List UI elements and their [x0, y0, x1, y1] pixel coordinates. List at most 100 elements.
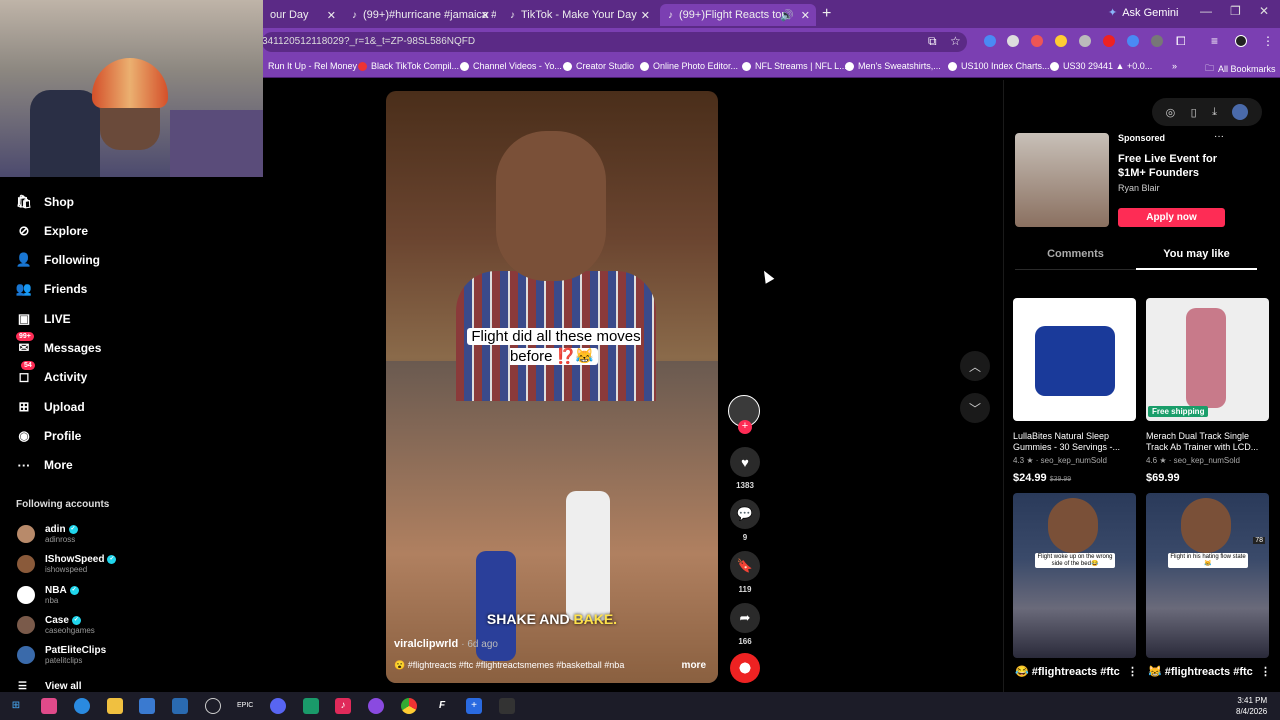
bookmark-item[interactable]: Online Photo Editor... [640, 61, 738, 71]
video-card[interactable]: Flight in his hating flow state😹 78 [1146, 493, 1269, 658]
windows-start-icon[interactable]: ⊞ [8, 698, 24, 714]
close-icon[interactable]: ✕ [327, 9, 336, 22]
epic-games-icon[interactable]: EPIC [237, 698, 253, 714]
sidebar-item-live[interactable]: ▣ LIVE [16, 311, 71, 327]
sidebar-item-following[interactable]: 👤 Following [16, 252, 100, 268]
app-icon[interactable]: F [434, 698, 450, 714]
restore-icon[interactable]: ❐ [1230, 4, 1241, 18]
sidebar-item-messages[interactable]: ✉ 99+ Messages [16, 332, 101, 356]
ad-title[interactable]: Free Live Event for $1M+ Founders [1118, 152, 1238, 180]
extension-icon[interactable] [984, 35, 996, 47]
account-item[interactable]: PatEliteClips patelitclips [17, 645, 106, 665]
download-icon[interactable]: ⤓ [1212, 106, 1217, 119]
app-icon[interactable] [368, 698, 384, 714]
ad-thumbnail[interactable] [1015, 133, 1109, 227]
bookmark-item[interactable]: Run It Up - Rel Money [268, 61, 357, 71]
copilot-icon[interactable] [41, 698, 57, 714]
store-icon[interactable] [139, 698, 155, 714]
product-card[interactable]: Free shipping Merach Dual Track Single T… [1146, 298, 1269, 484]
bookmark-item[interactable]: NFL Streams | NFL L... [742, 61, 847, 71]
bookmark-item[interactable]: Black TikTok Compil... [358, 61, 459, 71]
bookmark-star-icon[interactable]: ☆ [950, 34, 961, 48]
window-close-icon[interactable]: ✕ [1259, 4, 1269, 18]
extension-icon[interactable] [1031, 35, 1043, 47]
sidebar-item-upload[interactable]: ⊞ Upload [16, 399, 85, 415]
edge-icon[interactable] [74, 698, 90, 714]
app-icon[interactable]: + [466, 698, 482, 714]
chrome-icon[interactable] [401, 698, 417, 714]
apply-now-button[interactable]: Apply now [1118, 208, 1225, 227]
file-explorer-icon[interactable] [107, 698, 123, 714]
account-item[interactable]: adin ✓ adinross [17, 524, 78, 544]
close-icon[interactable]: ✕ [801, 9, 810, 22]
sidebar-item-shop[interactable]: 🛍 Shop [16, 194, 74, 210]
browser-tab[interactable]: our Day ✕ [262, 4, 342, 26]
minimize-icon[interactable]: — [1200, 4, 1212, 18]
sidebar-item-explore[interactable]: ⊘ Explore [16, 223, 88, 239]
share-button[interactable]: ➦ 166 [728, 603, 762, 646]
app-icon[interactable] [303, 698, 319, 714]
comment-button[interactable]: 💬 9 [728, 499, 762, 542]
video-hashtags[interactable]: 😮 #flightreacts #ftc #flightreactsmemes … [394, 660, 714, 671]
close-icon[interactable]: ✕ [641, 9, 650, 22]
extension-icon[interactable] [1103, 35, 1115, 47]
steam-icon[interactable] [205, 698, 221, 714]
sidebar-item-profile[interactable]: ◉ Profile [16, 428, 81, 444]
ad-options-icon[interactable]: ··· [1214, 131, 1224, 142]
mobile-icon[interactable]: ▯ [1191, 106, 1197, 119]
extension-icon[interactable] [1079, 35, 1091, 47]
tab-you-may-like[interactable]: You may like [1136, 248, 1257, 270]
music-disc-icon[interactable] [730, 653, 760, 683]
follow-plus-icon[interactable]: + [738, 420, 752, 434]
bookmark-item[interactable]: Men's Sweatshirts,... [845, 61, 941, 71]
ask-gemini-button[interactable]: ✦ Ask Gemini [1108, 6, 1178, 20]
video-author[interactable]: viralclipwrld · 6d ago [394, 638, 498, 650]
extension-icon[interactable] [1151, 35, 1163, 47]
tiktok-taskbar-icon[interactable]: ♪ [335, 698, 351, 714]
reading-list-icon[interactable]: ≡ [1211, 34, 1218, 48]
clock[interactable]: 3:41 PM 8/4/2026 [1236, 695, 1267, 717]
address-bar[interactable]: 341120512118029?_r=1&_t=ZP-98SL586NQFD [262, 32, 967, 52]
next-video-button[interactable]: ﹀ [960, 393, 990, 423]
creator-avatar[interactable]: + [728, 395, 760, 434]
more-bookmarks-icon[interactable]: » [1172, 61, 1177, 71]
bookmark-item[interactable]: US30 29441 ▲ +0.0... [1050, 61, 1152, 71]
bookmark-item[interactable]: Channel Videos - Yo... [460, 61, 562, 71]
extension-icon[interactable] [1127, 35, 1139, 47]
sidebar-item-more[interactable]: ··· More [16, 457, 73, 473]
install-icon[interactable]: ⧉ [928, 34, 937, 49]
tab-comments[interactable]: Comments [1015, 248, 1136, 270]
mail-icon[interactable] [172, 698, 188, 714]
extension-icon[interactable] [1007, 35, 1019, 47]
app-icon[interactable] [499, 698, 515, 714]
bookmark-item[interactable]: Creator Studio [563, 61, 634, 71]
globe-avatar-icon[interactable] [1232, 104, 1249, 120]
all-bookmarks[interactable]: 🗀 All Bookmarks [1205, 61, 1276, 77]
video-card-label[interactable]: 😂 #flightreacts #ftc [1015, 665, 1120, 678]
mute-icon[interactable]: 🔊 [780, 9, 794, 22]
product-card[interactable]: LullaBites Natural Sleep Gummies - 30 Se… [1013, 298, 1136, 484]
video-card-label[interactable]: 😹 #flightreacts #ftc [1148, 665, 1253, 678]
account-item[interactable]: Case ✓ caseohgames [17, 615, 95, 635]
video-card[interactable]: Flight woke up on the wrong side of the … [1013, 493, 1136, 658]
close-icon[interactable]: ✕ [481, 9, 490, 22]
more-button[interactable]: more [682, 660, 706, 671]
browser-tab-active[interactable]: ♪ (99+)Flight Reacts top 100 ( 🔊 ✕ [660, 4, 816, 26]
account-item[interactable]: IShowSpeed ✓ ishowspeed [17, 554, 117, 574]
bookmark-item[interactable]: US100 Index Charts... [948, 61, 1050, 71]
extensions-puzzle-icon[interactable]: ⧠ [1176, 34, 1186, 49]
sidebar-item-friends[interactable]: 👥 Friends [16, 281, 87, 297]
video-card-options-icon[interactable]: ⋮ [1127, 665, 1138, 678]
account-item[interactable]: NBA ✓ nba [17, 585, 79, 605]
video-card-options-icon[interactable]: ⋮ [1260, 665, 1271, 678]
browser-tab[interactable]: ♪ (99+)#hurricane #jamaica #wea ✕ [344, 4, 496, 26]
menu-kebab-icon[interactable]: ⋮ [1262, 34, 1274, 48]
like-button[interactable]: ♥ 1383 [728, 447, 762, 490]
view-all-link[interactable]: ☰ View all [18, 681, 81, 692]
video-player[interactable]: Flight did all these moves before ⁉️😹 SH… [386, 91, 718, 683]
discord-icon[interactable] [270, 698, 286, 714]
save-button[interactable]: 🔖 119 [728, 551, 762, 594]
profile-avatar-icon[interactable] [1235, 35, 1247, 47]
sidebar-item-activity[interactable]: ◻ 54 Activity [16, 361, 87, 385]
browser-tab[interactable]: ♪ TikTok - Make Your Day ✕ [502, 4, 656, 26]
